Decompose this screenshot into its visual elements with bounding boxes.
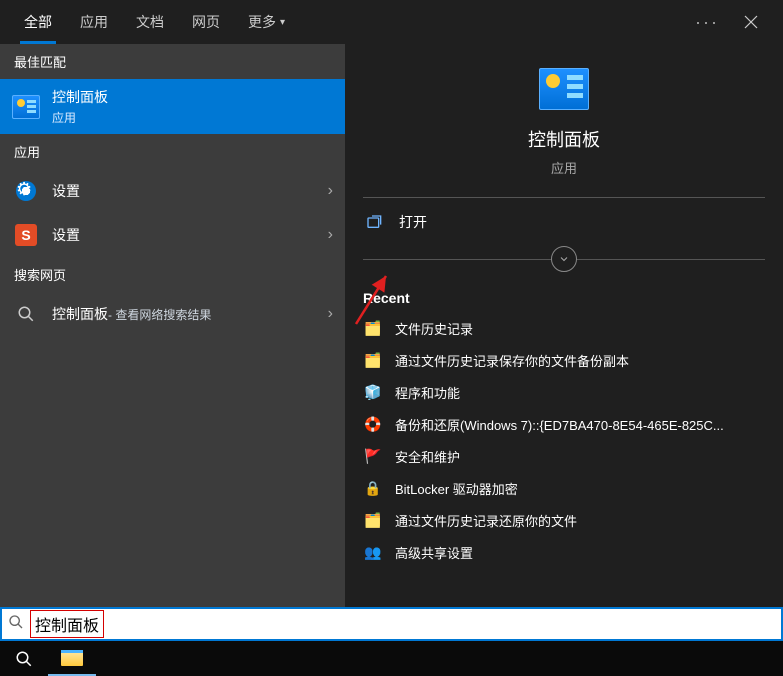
app-kind: 应用 bbox=[551, 158, 577, 177]
tab-more[interactable]: 更多 ▾ bbox=[234, 0, 299, 44]
file-history-icon: 🗂️ bbox=[363, 318, 383, 338]
search-filter-tabs: 全部 应用 文档 网页 更多 ▾ ··· bbox=[0, 0, 783, 44]
result-subtitle: - 查看网络搜索结果 bbox=[108, 306, 211, 323]
tab-more-label: 更多 bbox=[248, 12, 276, 32]
taskbar-file-explorer[interactable] bbox=[48, 641, 96, 676]
best-match-result[interactable]: 控制面板 应用 bbox=[0, 79, 345, 134]
tab-all[interactable]: 全部 bbox=[10, 0, 66, 44]
close-button[interactable] bbox=[729, 0, 773, 44]
result-detail-panel: 控制面板 应用 打开 Recent 🗂️文件历史记录 🗂️通过文件历史记录保存你… bbox=[345, 44, 783, 607]
control-panel-icon-large bbox=[539, 68, 589, 110]
backup-icon: 🗂️ bbox=[363, 350, 383, 370]
gear-icon bbox=[12, 177, 40, 205]
section-apps: 应用 bbox=[0, 134, 345, 169]
tab-web[interactable]: 网页 bbox=[178, 0, 234, 44]
flag-icon: 🚩 bbox=[363, 446, 383, 466]
result-title: 设置 bbox=[52, 225, 80, 245]
chevron-down-icon: ▾ bbox=[280, 17, 285, 28]
section-best-match: 最佳匹配 bbox=[0, 44, 345, 79]
more-options-button[interactable]: ··· bbox=[685, 0, 729, 44]
app-result-sogou-settings[interactable]: S 设置 › bbox=[0, 213, 345, 257]
file-history-restore-icon: 🗂️ bbox=[363, 510, 383, 530]
recent-header: Recent bbox=[357, 284, 771, 312]
recent-item[interactable]: 👥高级共享设置 bbox=[357, 536, 771, 568]
chevron-right-icon: › bbox=[328, 182, 333, 200]
control-panel-icon bbox=[12, 93, 40, 121]
tab-apps[interactable]: 应用 bbox=[66, 0, 122, 44]
close-icon bbox=[744, 15, 758, 29]
programs-icon: 🧊 bbox=[363, 382, 383, 402]
taskbar bbox=[0, 641, 783, 676]
recent-item[interactable]: 🗂️通过文件历史记录保存你的文件备份副本 bbox=[357, 344, 771, 376]
expand-button[interactable] bbox=[551, 246, 577, 272]
search-results-panel: 最佳匹配 控制面板 应用 应用 设置 › S 设置 › 搜索网页 控制面板 bbox=[0, 44, 783, 607]
app-result-settings[interactable]: 设置 › bbox=[0, 169, 345, 213]
bitlocker-icon: 🔒 bbox=[363, 478, 383, 498]
chevron-right-icon: › bbox=[328, 226, 333, 244]
chevron-right-icon: › bbox=[328, 305, 333, 323]
search-icon bbox=[12, 300, 40, 328]
search-icon bbox=[15, 650, 33, 668]
web-search-result[interactable]: 控制面板 - 查看网络搜索结果 › bbox=[0, 292, 345, 336]
result-title: 控制面板 bbox=[52, 304, 108, 324]
result-title: 设置 bbox=[52, 181, 80, 201]
recent-list: 🗂️文件历史记录 🗂️通过文件历史记录保存你的文件备份副本 🧊程序和功能 🛟备份… bbox=[357, 312, 771, 568]
recent-item[interactable]: 🚩安全和维护 bbox=[357, 440, 771, 472]
folder-icon bbox=[61, 650, 83, 666]
open-label: 打开 bbox=[399, 212, 427, 232]
recent-item[interactable]: 🗂️文件历史记录 bbox=[357, 312, 771, 344]
recent-item[interactable]: 🔒BitLocker 驱动器加密 bbox=[357, 472, 771, 504]
open-action[interactable]: 打开 bbox=[357, 198, 771, 246]
section-search-web: 搜索网页 bbox=[0, 257, 345, 292]
recent-item[interactable]: 🧊程序和功能 bbox=[357, 376, 771, 408]
search-bar[interactable]: 控制面板 bbox=[0, 607, 783, 641]
app-name: 控制面板 bbox=[528, 126, 600, 152]
expand-divider bbox=[363, 246, 765, 272]
sogou-icon: S bbox=[12, 221, 40, 249]
recent-item[interactable]: 🛟备份和还原(Windows 7)::{ED7BA470-8E54-465E-8… bbox=[357, 408, 771, 440]
ellipsis-icon: ··· bbox=[695, 12, 719, 33]
chevron-down-icon bbox=[558, 253, 570, 265]
recent-item[interactable]: 🗂️通过文件历史记录还原你的文件 bbox=[357, 504, 771, 536]
results-list: 最佳匹配 控制面板 应用 应用 设置 › S 设置 › 搜索网页 控制面板 bbox=[0, 44, 345, 607]
sharing-icon: 👥 bbox=[363, 542, 383, 562]
tab-docs[interactable]: 文档 bbox=[122, 0, 178, 44]
open-icon bbox=[363, 214, 385, 230]
result-title: 控制面板 bbox=[52, 87, 108, 107]
taskbar-search-button[interactable] bbox=[0, 641, 48, 676]
restore-icon: 🛟 bbox=[363, 414, 383, 434]
result-subtitle: 应用 bbox=[52, 109, 108, 126]
app-hero: 控制面板 应用 bbox=[363, 68, 765, 198]
